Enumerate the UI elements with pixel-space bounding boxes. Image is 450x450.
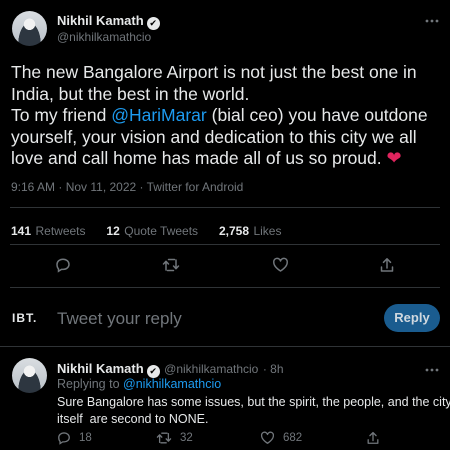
author-name[interactable]: Nikhil Kamath <box>57 13 144 28</box>
divider <box>10 244 440 245</box>
share-icon[interactable] <box>379 257 395 273</box>
tweet-line: yourself, your vision and dedication to … <box>11 126 417 147</box>
quotes-label[interactable]: Quote Tweets <box>124 224 198 238</box>
reply-reply-action[interactable]: 18 <box>57 431 92 445</box>
reply-retweet-action[interactable]: 32 <box>156 431 193 445</box>
likes-label[interactable]: Likes <box>253 224 281 238</box>
more-icon[interactable] <box>424 13 440 23</box>
reply-input[interactable]: Tweet your reply <box>57 309 182 329</box>
reply-author-name[interactable]: Nikhil Kamath <box>57 361 144 376</box>
reply-share-action[interactable] <box>366 431 380 450</box>
tweet-line: The new Bangalore Airport is not just th… <box>11 62 417 82</box>
reply-header: Nikhil Kamath ✔ @nikhilkamathcio · 8h <box>57 360 284 378</box>
like-icon <box>260 431 275 444</box>
divider <box>10 287 440 288</box>
divider <box>0 346 450 347</box>
retweet-count: 32 <box>180 432 193 444</box>
tweet-timestamp[interactable]: 9:16 AM · Nov 11, 2022 · Twitter for And… <box>11 180 243 194</box>
reply-count: 18 <box>79 432 92 444</box>
reply-time[interactable]: · 8h <box>263 362 284 376</box>
quotes-count[interactable]: 12 <box>106 224 119 238</box>
reply-button[interactable]: Reply <box>384 304 440 332</box>
retweets-label[interactable]: Retweets <box>35 224 85 238</box>
tweet-line: India, but the best in the world. <box>11 83 250 104</box>
tweet-text-segment: love and call home has made all of us so… <box>11 148 382 168</box>
reply-line: itself are second to NONE. <box>57 412 209 426</box>
share-icon <box>367 431 379 444</box>
like-count: 682 <box>283 432 303 444</box>
likes-count[interactable]: 2,758 <box>219 224 249 238</box>
verified-badge-icon: ✔ <box>146 17 160 30</box>
reply-icon[interactable] <box>55 257 71 273</box>
like-icon[interactable] <box>272 257 289 273</box>
tweet-line: love and call home has made all of us so… <box>11 148 443 170</box>
retweet-icon[interactable] <box>162 257 180 273</box>
author-handle[interactable]: @nikhilkamathcio <box>57 30 151 44</box>
replying-to-label: Replying to <box>57 377 120 391</box>
retweets-count[interactable]: 141 <box>11 224 31 238</box>
divider <box>10 207 440 208</box>
tweet-line: To my friend @HariMarar (bial ceo) you h… <box>11 105 443 127</box>
reply-more-icon[interactable] <box>424 362 440 372</box>
reply-icon <box>58 432 70 445</box>
replying-to-mention[interactable]: @nikhilkamathcio <box>123 377 221 391</box>
tweet-text: The new Bangalore Airport is not just th… <box>11 62 443 170</box>
reply-text: Sure Bangalore has some issues, but the … <box>57 394 450 428</box>
tweet-stats: 141 Retweets 12 Quote Tweets 2,758 Likes <box>11 222 281 240</box>
author-header: Nikhil Kamath ✔ <box>57 12 160 30</box>
replying-to: Replying to @nikhilkamathcio <box>57 377 221 391</box>
reply-like-action[interactable]: 682 <box>260 431 302 445</box>
tweet-text-segment: (bial ceo) you have outdone <box>206 105 428 125</box>
user-logo[interactable]: IBT. <box>12 311 37 325</box>
heart-emoji: ❤ <box>386 148 402 168</box>
reply-author-handle[interactable]: @nikhilkamathcio <box>164 362 258 376</box>
retweet-icon <box>156 432 172 444</box>
author-avatar[interactable] <box>12 11 47 46</box>
reply-author-avatar[interactable] <box>12 358 47 393</box>
mention-link[interactable]: @HariMarar <box>111 105 207 125</box>
tweet-text-segment: To my friend <box>11 105 112 125</box>
reply-line: Sure Bangalore has some issues, but the … <box>57 395 450 409</box>
